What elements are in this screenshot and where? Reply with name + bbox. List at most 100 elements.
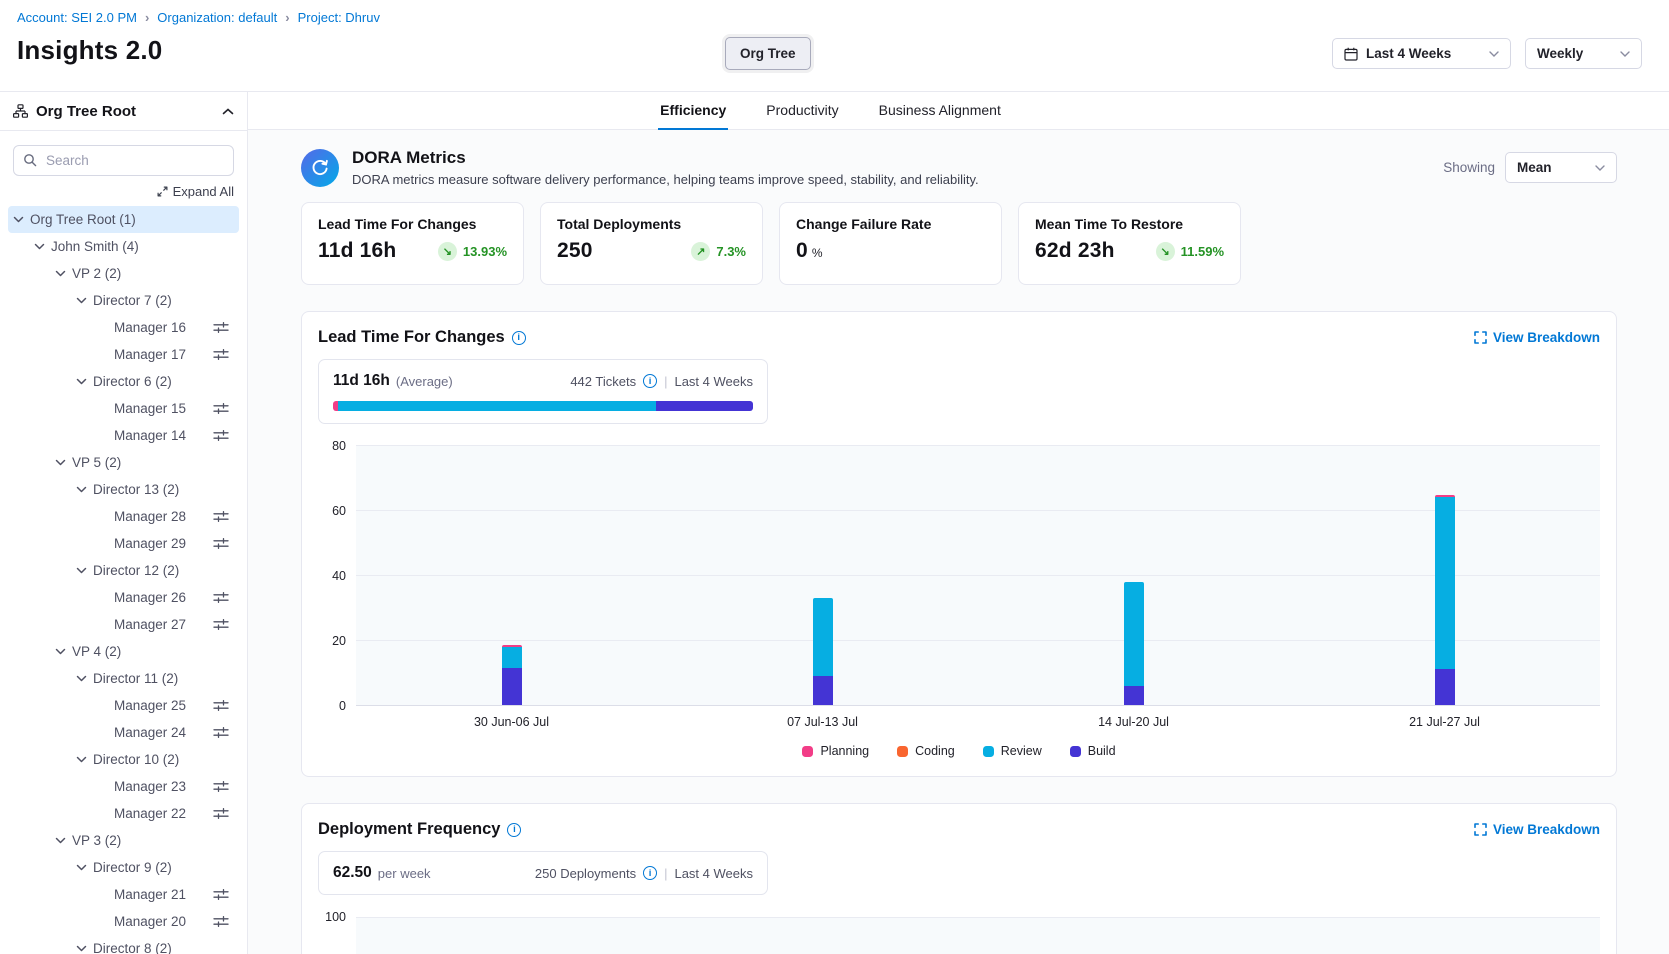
chevron-down-icon[interactable] <box>55 837 66 844</box>
filter-sliders-icon[interactable] <box>213 402 229 415</box>
bar-segment-build[interactable] <box>1435 669 1455 705</box>
tab-efficiency[interactable]: Efficiency <box>658 92 728 130</box>
chevron-down-icon[interactable] <box>76 756 87 763</box>
expand-all-button[interactable]: Expand All <box>13 184 234 199</box>
tree-item[interactable]: Manager 20 <box>8 908 239 935</box>
tree-item[interactable]: VP 2 (2) <box>8 260 239 287</box>
tree-item[interactable]: Manager 23 <box>8 773 239 800</box>
tree-item[interactable]: Manager 22 <box>8 800 239 827</box>
filter-sliders-icon[interactable] <box>213 321 229 334</box>
granularity-select[interactable]: Weekly <box>1525 38 1642 69</box>
legend-item-build[interactable]: Build <box>1070 744 1116 758</box>
stacked-bar[interactable] <box>502 645 522 705</box>
tree-item-label: Director 11 (2) <box>93 671 178 686</box>
chevron-down-icon[interactable] <box>76 486 87 493</box>
chevron-down-icon[interactable] <box>34 243 45 250</box>
bar-segment-build[interactable] <box>813 676 833 705</box>
lead-time-view-breakdown-link[interactable]: View Breakdown <box>1474 330 1600 345</box>
legend-item-review[interactable]: Review <box>983 744 1042 758</box>
tab-productivity[interactable]: Productivity <box>764 92 840 130</box>
tree-item[interactable]: Org Tree Root (1) <box>8 206 239 233</box>
tree-item[interactable]: Manager 14 <box>8 422 239 449</box>
info-icon[interactable] <box>507 823 521 837</box>
tree-item[interactable]: Director 13 (2) <box>8 476 239 503</box>
tree-item-label: Director 8 (2) <box>93 941 172 954</box>
bar-segment-review[interactable] <box>813 598 833 676</box>
chevron-down-icon[interactable] <box>76 567 87 574</box>
tree-item-label: Director 7 (2) <box>93 293 172 308</box>
filter-sliders-icon[interactable] <box>213 429 229 442</box>
tree-item[interactable]: John Smith (4) <box>8 233 239 260</box>
chevron-down-icon[interactable] <box>13 216 24 223</box>
filter-sliders-icon[interactable] <box>213 888 229 901</box>
breadcrumb-link[interactable]: Organization: default <box>157 10 277 25</box>
filter-sliders-icon[interactable] <box>213 537 229 550</box>
bar-segment-review[interactable] <box>1124 582 1144 686</box>
trend-arrow-icon: ↘ <box>438 242 457 261</box>
deployment-section-title: Deployment Frequency <box>318 820 500 839</box>
deployment-view-breakdown-link[interactable]: View Breakdown <box>1474 822 1600 837</box>
deployment-chart-plot <box>356 917 1600 954</box>
tab-business-alignment[interactable]: Business Alignment <box>877 92 1003 130</box>
tree-item[interactable]: Manager 25 <box>8 692 239 719</box>
tree-item[interactable]: Manager 24 <box>8 719 239 746</box>
bar-segment-build[interactable] <box>502 668 522 705</box>
tree-item[interactable]: Director 10 (2) <box>8 746 239 773</box>
chevron-down-icon[interactable] <box>76 297 87 304</box>
tree-item[interactable]: VP 4 (2) <box>8 638 239 665</box>
filter-sliders-icon[interactable] <box>213 510 229 523</box>
filter-sliders-icon[interactable] <box>213 699 229 712</box>
stacked-bar[interactable] <box>813 598 833 705</box>
chevron-down-icon[interactable] <box>55 459 66 466</box>
breadcrumb-link[interactable]: Account: SEI 2.0 PM <box>17 10 137 25</box>
tree-item[interactable]: Manager 27 <box>8 611 239 638</box>
bar-segment-review[interactable] <box>1435 497 1455 669</box>
tree-item[interactable]: Director 6 (2) <box>8 368 239 395</box>
tree-item[interactable]: Director 8 (2) <box>8 935 239 954</box>
tree-item[interactable]: Manager 16 <box>8 314 239 341</box>
tree-item-label: VP 2 (2) <box>72 266 121 281</box>
tree-item[interactable]: Manager 28 <box>8 503 239 530</box>
info-icon[interactable] <box>643 374 657 388</box>
breadcrumb-link[interactable]: Project: Dhruv <box>298 10 380 25</box>
tree-item[interactable]: Manager 21 <box>8 881 239 908</box>
date-range-select[interactable]: Last 4 Weeks <box>1332 38 1511 69</box>
tree-item[interactable]: VP 5 (2) <box>8 449 239 476</box>
stacked-bar[interactable] <box>1435 495 1455 705</box>
chevron-down-icon[interactable] <box>76 864 87 871</box>
collapse-panel-button[interactable] <box>222 108 234 115</box>
tree-item[interactable]: Manager 26 <box>8 584 239 611</box>
filter-sliders-icon[interactable] <box>213 618 229 631</box>
legend-item-coding[interactable]: Coding <box>897 744 955 758</box>
stacked-bar[interactable] <box>1124 582 1144 706</box>
org-tree-button[interactable]: Org Tree <box>725 37 811 70</box>
bar-segment-review[interactable] <box>502 647 522 668</box>
tree-item[interactable]: Director 9 (2) <box>8 854 239 881</box>
tree-item[interactable]: Manager 17 <box>8 341 239 368</box>
filter-sliders-icon[interactable] <box>213 591 229 604</box>
filter-sliders-icon[interactable] <box>213 726 229 739</box>
chevron-down-icon[interactable] <box>76 675 87 682</box>
info-icon[interactable] <box>643 866 657 880</box>
tree-item[interactable]: Director 12 (2) <box>8 557 239 584</box>
tree-item[interactable]: Manager 29 <box>8 530 239 557</box>
filter-sliders-icon[interactable] <box>213 807 229 820</box>
filter-sliders-icon[interactable] <box>213 780 229 793</box>
filter-sliders-icon[interactable] <box>213 915 229 928</box>
info-icon[interactable] <box>512 331 526 345</box>
chevron-down-icon[interactable] <box>76 945 87 952</box>
showing-select[interactable]: Mean <box>1505 152 1617 183</box>
legend-item-planning[interactable]: Planning <box>802 744 869 758</box>
search-input[interactable] <box>13 145 234 176</box>
tree-item[interactable]: VP 3 (2) <box>8 827 239 854</box>
chevron-down-icon[interactable] <box>55 270 66 277</box>
tree-item[interactable]: Manager 15 <box>8 395 239 422</box>
chevron-down-icon[interactable] <box>55 648 66 655</box>
bar-segment-build[interactable] <box>1124 686 1144 706</box>
filter-sliders-icon[interactable] <box>213 348 229 361</box>
tree-item[interactable]: Director 11 (2) <box>8 665 239 692</box>
chevron-down-icon[interactable] <box>76 378 87 385</box>
legend-swatch <box>897 746 908 757</box>
y-axis: 020406080 <box>318 446 356 706</box>
tree-item[interactable]: Director 7 (2) <box>8 287 239 314</box>
